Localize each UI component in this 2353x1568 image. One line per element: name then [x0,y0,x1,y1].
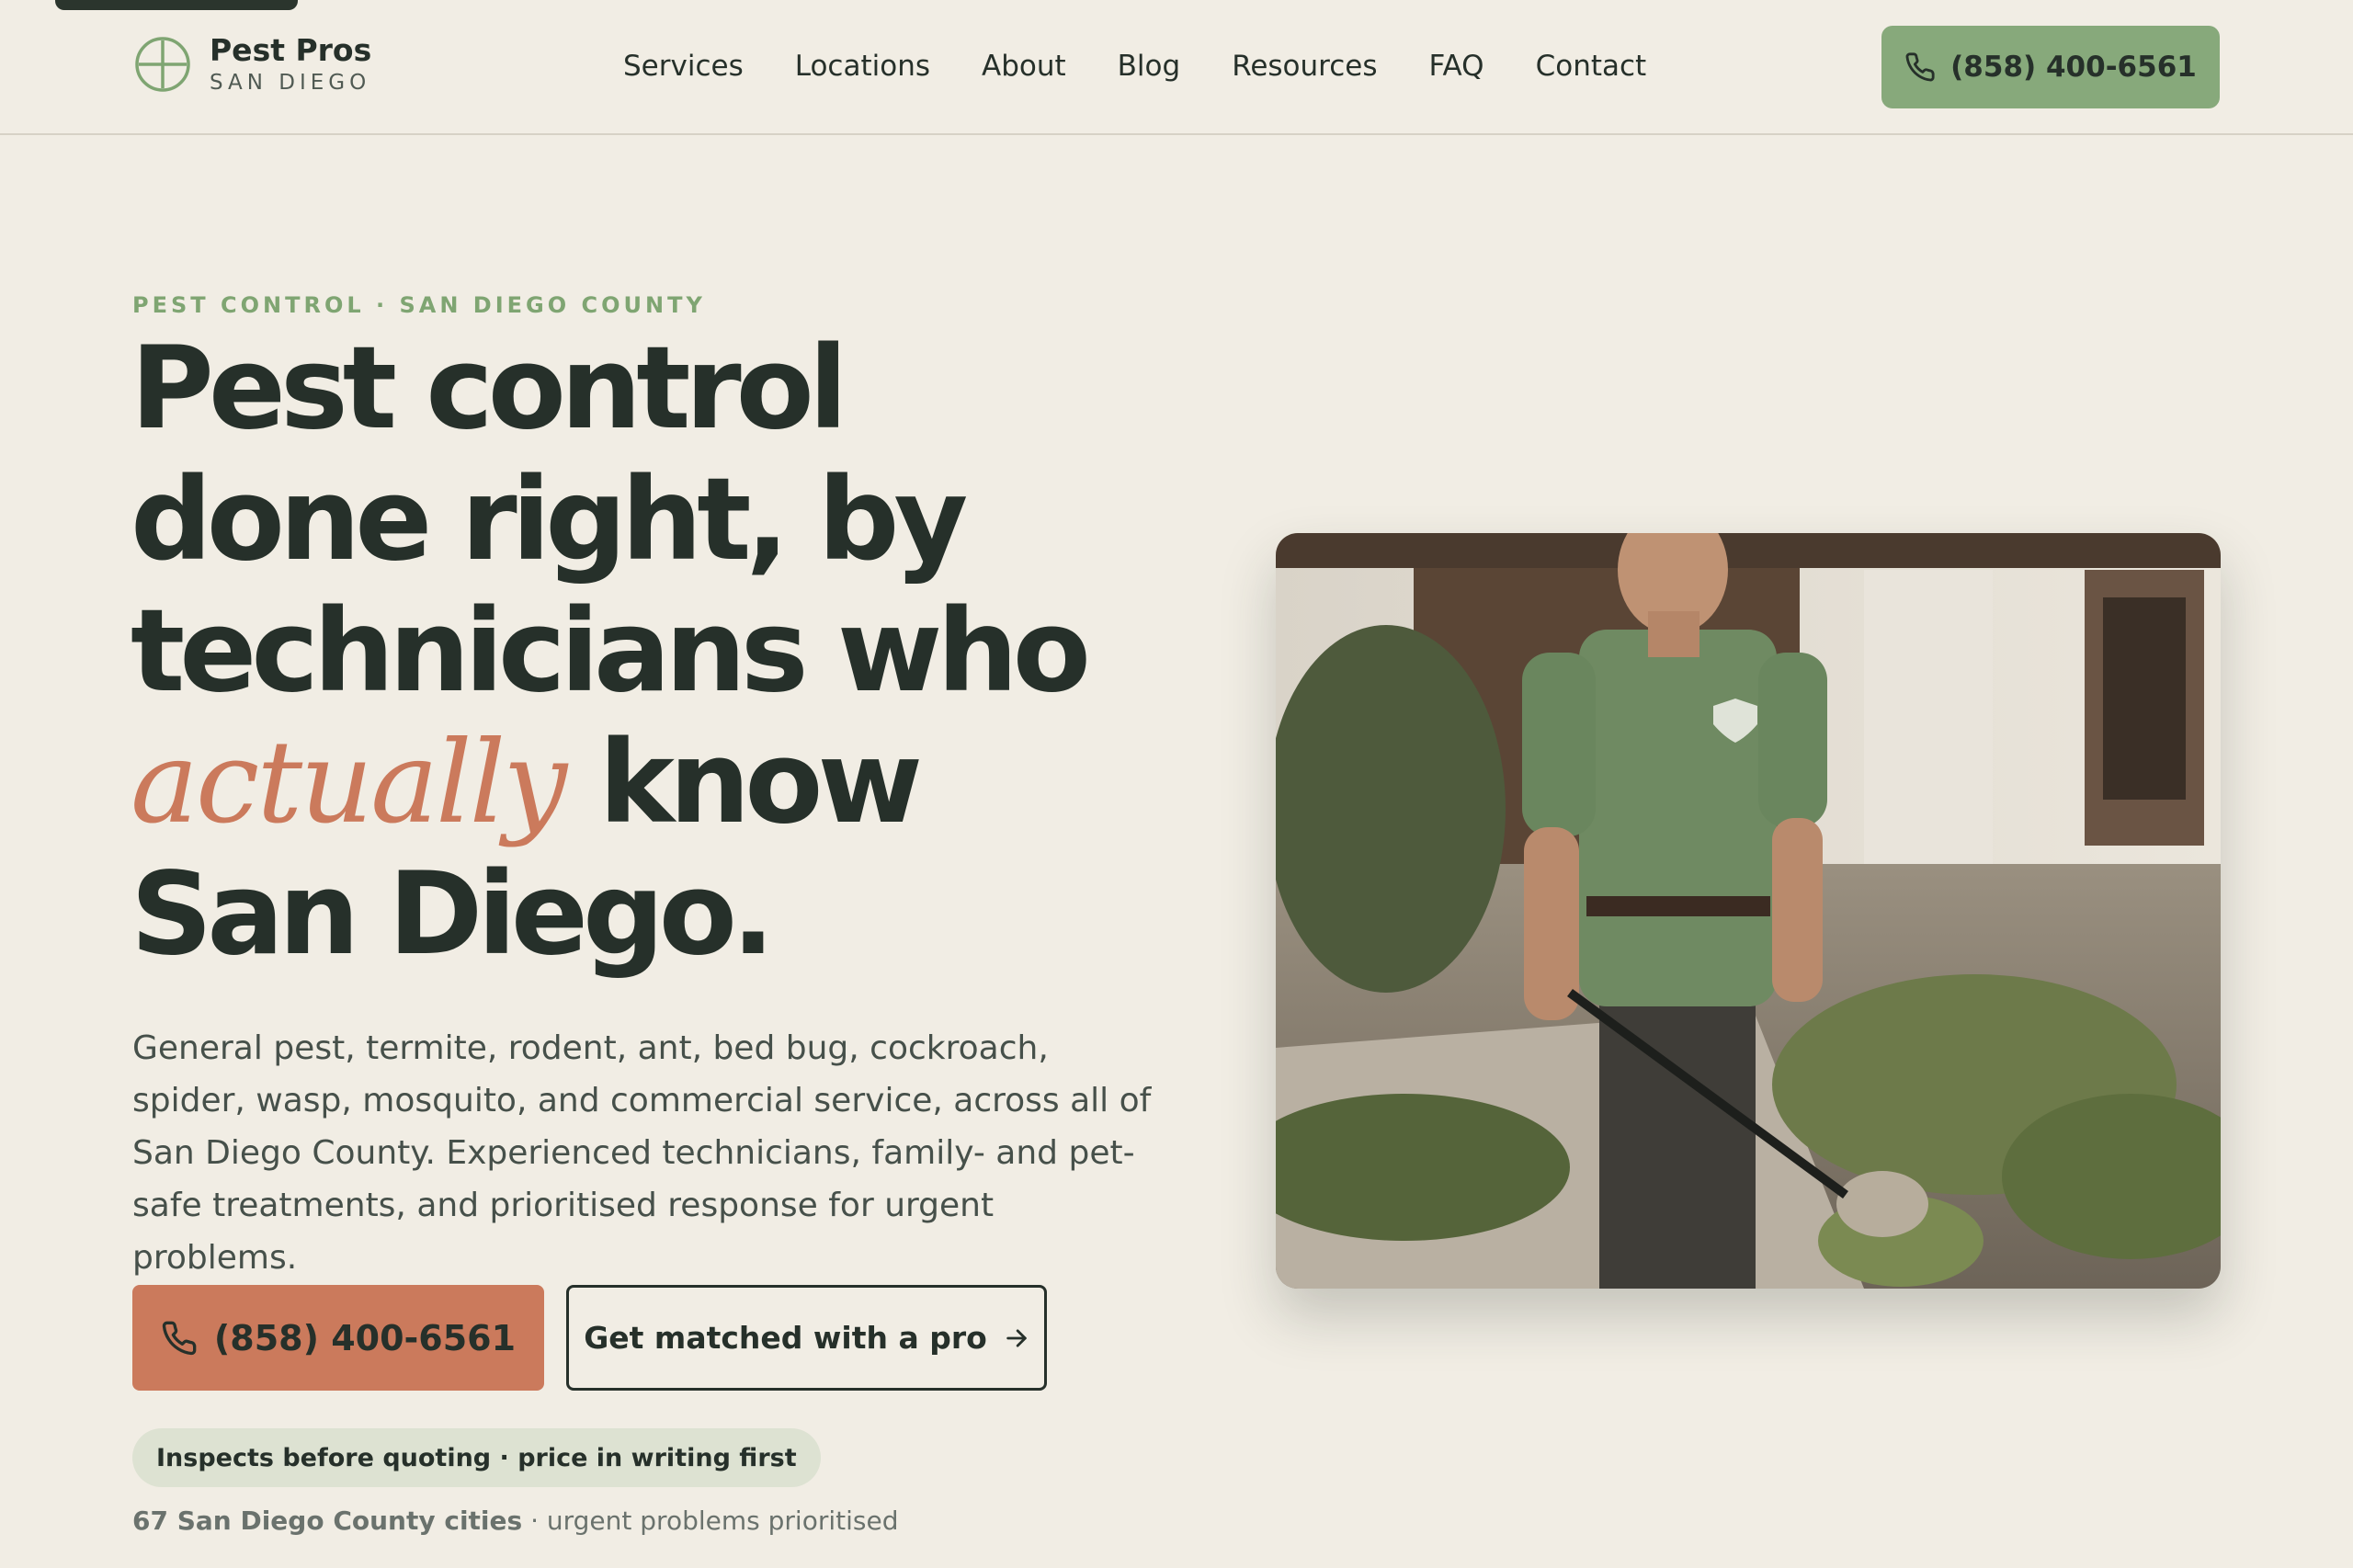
phone-icon [162,1321,197,1355]
brand-logo[interactable]: Pest Pros SAN DIEGO [134,33,371,96]
coverage-cities: 67 San Diego County cities [132,1506,523,1536]
call-button[interactable]: (858) 400-6561 [132,1285,544,1391]
headline-emphasis: actually [131,717,567,849]
header-phone-button[interactable]: (858) 400-6561 [1881,26,2220,108]
nav-item-locations[interactable]: Locations [795,48,930,85]
nav-item-blog[interactable]: Blog [1118,48,1181,85]
nav-item-faq[interactable]: FAQ [1429,48,1484,85]
hero-headline: Pest control done right, by technicians … [131,324,1160,981]
get-matched-button[interactable]: Get matched with a pro [566,1285,1047,1391]
get-matched-label: Get matched with a pro [584,1320,987,1356]
brand-name: Pest Pros [210,32,372,68]
site-header: Pest Pros SAN DIEGO Services Locations A… [0,0,2353,135]
nav-item-about[interactable]: About [982,48,1066,85]
technician-illustration [1276,533,2221,1289]
technician-photo [1276,533,2221,1289]
header-phone-label: (858) 400-6561 [1950,51,2197,84]
nav-item-services[interactable]: Services [623,48,744,85]
brand-subtitle: SAN DIEGO [210,71,371,95]
arrow-right-icon [1006,1328,1027,1347]
hero-eyebrow: PEST CONTROL · SAN DIEGO COUNTY [132,292,706,318]
main-nav: Services Locations About Blog Resources … [623,48,1646,85]
phone-icon [1905,52,1935,82]
nav-item-contact[interactable]: Contact [1536,48,1647,85]
circle-cross-icon [135,37,190,92]
coverage-meta: 67 San Diego County cities · urgent prob… [132,1506,898,1536]
hero-description: General pest, termite, rodent, ant, bed … [132,1029,1152,1277]
nav-item-resources[interactable]: Resources [1232,48,1377,85]
call-button-label: (858) 400-6561 [213,1317,517,1358]
quote-badge: Inspects before quoting · price in writi… [132,1428,821,1487]
headline-part1: Pest control done right, by technicians … [131,323,1091,718]
coverage-note: · urgent problems prioritised [530,1506,899,1536]
